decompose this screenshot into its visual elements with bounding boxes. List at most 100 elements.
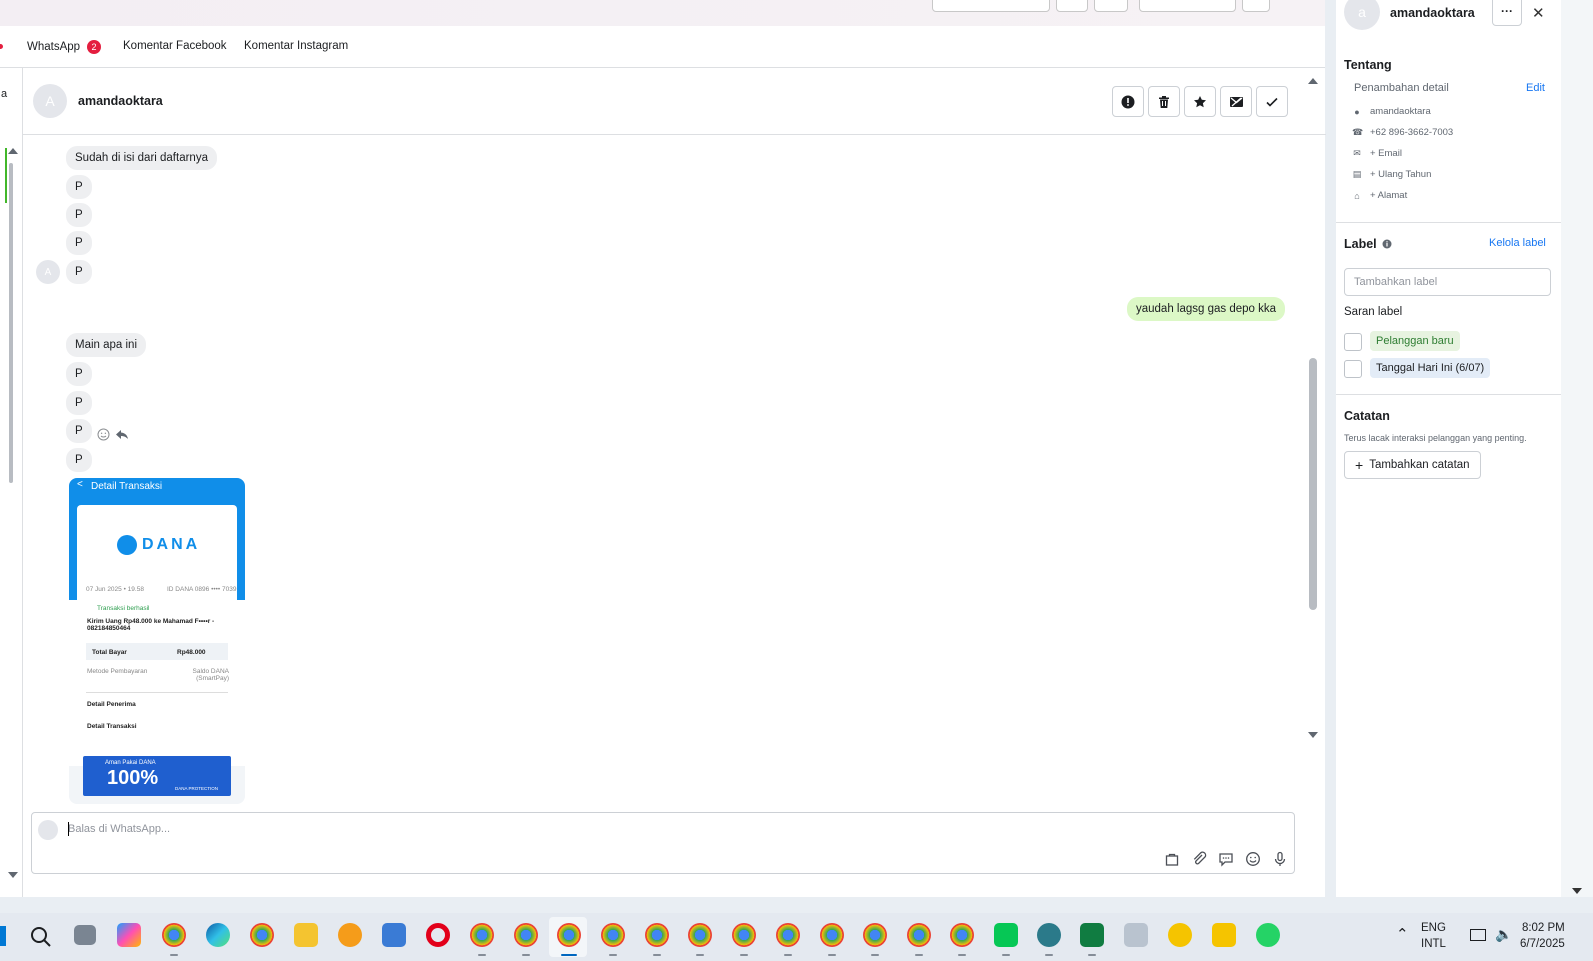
clock[interactable]: 8:02 PM 6/7/2025 <box>1520 922 1565 950</box>
language-indicator[interactable]: ENG INTL <box>1421 922 1446 950</box>
chat-scrollbar[interactable] <box>1308 78 1318 738</box>
network-icon[interactable] <box>1470 929 1486 941</box>
volume-icon[interactable]: 🔈 <box>1495 926 1512 943</box>
list-item-fragment[interactable]: a <box>1 88 7 100</box>
microphone-icon[interactable] <box>1272 851 1288 867</box>
star-button[interactable] <box>1184 86 1216 117</box>
label-checkbox[interactable] <box>1344 333 1362 351</box>
message-bubble[interactable]: P <box>66 231 92 255</box>
excel-icon[interactable] <box>1080 923 1104 947</box>
scroll-up-arrow[interactable] <box>8 148 18 154</box>
reply-input[interactable]: Balas di WhatsApp... <box>68 823 170 835</box>
label-chip-new-customer[interactable]: Pelanggan baru <box>1370 331 1460 351</box>
window-scroll-down-arrow[interactable] <box>1572 888 1582 894</box>
chrome-profile-icon[interactable] <box>820 923 844 947</box>
label-chip-today[interactable]: Tanggal Hari Ini (6/07) <box>1370 358 1491 378</box>
add-address[interactable]: + Alamat <box>1370 190 1407 201</box>
copilot-icon[interactable] <box>117 923 141 947</box>
tab-facebook-comments[interactable]: Komentar Facebook <box>123 40 227 52</box>
emoji-icon[interactable] <box>1245 851 1261 867</box>
chrome-profile-icon[interactable] <box>907 923 931 947</box>
edge-icon[interactable] <box>206 923 230 947</box>
reply-composer[interactable]: Balas di WhatsApp... <box>31 812 1295 874</box>
message-bubble[interactable]: Main apa ini <box>66 333 147 357</box>
message-bubble[interactable]: P <box>66 175 92 199</box>
avatar[interactable]: a <box>1344 0 1380 30</box>
store-icon[interactable] <box>382 923 406 947</box>
message-bubble[interactable]: P <box>66 391 92 415</box>
add-label-input[interactable]: Tambahkan label <box>1344 268 1551 296</box>
list-scrollbar[interactable] <box>9 163 13 483</box>
add-email-row[interactable]: ✉ + Email <box>1352 148 1402 159</box>
message-bubble[interactable]: P <box>66 203 92 227</box>
app-icon[interactable] <box>1124 923 1148 947</box>
app-icon[interactable] <box>1168 923 1192 947</box>
chrome-profile-icon[interactable] <box>162 923 186 947</box>
tab-instagram-comments[interactable]: Komentar Instagram <box>244 40 348 52</box>
mark-unread-button[interactable] <box>1220 86 1252 117</box>
availability-dropdown[interactable] <box>1139 0 1236 12</box>
app-icon[interactable] <box>338 923 362 947</box>
chrome-profile-icon[interactable] <box>863 923 887 947</box>
chat-scroll-up-arrow[interactable] <box>1308 78 1318 84</box>
receipt-card: DANA 07 Jun 2025 • 19.58 ID DANA 0896 ••… <box>77 505 237 737</box>
app-icon[interactable] <box>1212 923 1236 947</box>
chrome-icon[interactable] <box>250 923 274 947</box>
manage-labels-link[interactable]: Kelola label <box>1489 237 1546 249</box>
add-birthday[interactable]: + Ulang Tahun <box>1370 169 1431 180</box>
file-explorer-icon[interactable] <box>294 923 318 947</box>
image-attachment[interactable]: < Detail Transaksi DANA 07 Jun 2025 • 19… <box>69 478 245 804</box>
avatar[interactable]: A <box>33 84 67 118</box>
message-bubble-outgoing[interactable]: yaudah lagsg gas depo kka <box>1127 297 1286 321</box>
reply-icon[interactable] <box>115 427 129 441</box>
about-title: Tentang <box>1344 58 1392 72</box>
message-bubble[interactable]: P <box>66 260 92 284</box>
edit-link[interactable]: Edit <box>1526 82 1545 94</box>
message-bubble[interactable]: Sudah di isi dari daftarnya <box>66 146 217 170</box>
info-icon[interactable] <box>1382 239 1392 249</box>
chrome-profile-icon[interactable] <box>776 923 800 947</box>
section-divider <box>1336 222 1561 223</box>
chrome-profile-icon[interactable] <box>950 923 974 947</box>
move-messages-button[interactable] <box>932 0 1050 12</box>
close-icon[interactable]: ✕ <box>1532 4 1545 22</box>
app-icon[interactable] <box>1037 923 1061 947</box>
attach-icon[interactable] <box>1191 851 1207 867</box>
whatsapp-icon[interactable] <box>1256 923 1280 947</box>
task-view-icon[interactable] <box>74 925 96 945</box>
chevron-up-icon[interactable]: ⌃ <box>1396 925 1409 943</box>
message-bubble[interactable]: P <box>66 362 92 386</box>
scroll-down-arrow[interactable] <box>8 872 18 878</box>
delete-button[interactable] <box>1148 86 1180 117</box>
tab-whatsapp[interactable]: WhatsApp 2 <box>27 40 102 54</box>
message-bubble[interactable]: P <box>66 448 92 472</box>
mark-done-button[interactable] <box>1256 86 1288 117</box>
chat-scroll-thumb[interactable] <box>1309 358 1317 610</box>
react-emoji-icon[interactable] <box>97 428 110 441</box>
columns-button[interactable] <box>1094 0 1128 12</box>
chrome-profile-icon[interactable] <box>645 923 669 947</box>
opera-icon[interactable] <box>426 923 450 947</box>
chrome-profile-icon[interactable] <box>732 923 756 947</box>
chrome-profile-icon[interactable] <box>470 923 494 947</box>
chrome-profile-icon[interactable] <box>601 923 625 947</box>
chrome-profile-icon[interactable] <box>688 923 712 947</box>
settings-button[interactable] <box>1242 0 1270 12</box>
add-birthday-row[interactable]: ▤ + Ulang Tahun <box>1352 169 1432 180</box>
view-toggle-button[interactable] <box>1056 0 1088 12</box>
start-button[interactable] <box>0 926 6 946</box>
more-options-button[interactable]: ··· <box>1492 0 1522 26</box>
search-icon[interactable] <box>30 926 52 948</box>
chat-scroll-down-arrow[interactable] <box>1308 732 1318 738</box>
add-email[interactable]: + Email <box>1370 148 1402 159</box>
message-bubble[interactable]: P <box>66 419 92 443</box>
chrome-profile-icon[interactable] <box>557 923 581 947</box>
add-note-button[interactable]: + Tambahkan catatan <box>1344 451 1481 479</box>
add-address-row[interactable]: ⌂ + Alamat <box>1352 190 1407 201</box>
saved-reply-icon[interactable] <box>1218 851 1234 867</box>
line-icon[interactable] <box>994 923 1018 947</box>
chrome-profile-icon[interactable] <box>514 923 538 947</box>
label-checkbox[interactable] <box>1344 360 1362 378</box>
shop-bag-icon[interactable] <box>1164 851 1180 867</box>
report-button[interactable] <box>1112 86 1144 117</box>
